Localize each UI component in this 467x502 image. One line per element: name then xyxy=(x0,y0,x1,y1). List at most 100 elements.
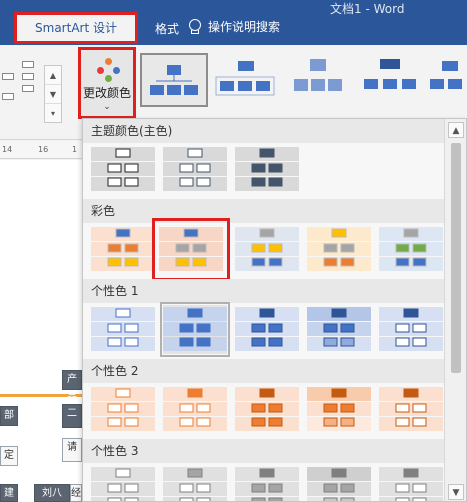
dropdown-scrollbar[interactable]: ▲ ▼ xyxy=(444,119,466,501)
thumb-mid-node xyxy=(323,403,338,413)
color-variant-accent2-3[interactable] xyxy=(235,385,299,434)
org-chart-thumbnail xyxy=(379,467,443,501)
color-variant-accent1-2[interactable] xyxy=(160,302,230,357)
layout-mini-gallery[interactable]: ▲ ▼ ▾ xyxy=(0,57,62,123)
thumb-row-band xyxy=(91,337,155,351)
smartart-node[interactable]: 经 xyxy=(70,484,82,502)
thumb-row-band xyxy=(307,497,371,501)
layout-thumb-selected[interactable] xyxy=(140,53,208,107)
color-variant-accent3-4[interactable] xyxy=(307,465,371,501)
document-canvas: 产品 部 二 请 定 刘八 经 建势 xyxy=(0,160,82,502)
org-chart-thumbnail xyxy=(307,227,371,271)
tell-me-label: 操作说明搜索 xyxy=(208,20,281,34)
thumb-top-node xyxy=(259,228,275,238)
color-variant-colorful-4[interactable] xyxy=(307,225,371,274)
layout-thumb[interactable] xyxy=(428,53,467,107)
color-variant-theme-3[interactable] xyxy=(235,145,299,194)
thumb-mid-node xyxy=(196,483,211,493)
smartart-node[interactable]: 产品 xyxy=(62,370,82,403)
color-variant-accent1-1[interactable] xyxy=(91,305,155,354)
color-variant-accent3-3[interactable] xyxy=(235,465,299,501)
smartart-node[interactable]: 建势 xyxy=(0,484,18,502)
thumb-mid-node xyxy=(179,403,194,413)
thumb-mid-node xyxy=(395,483,410,493)
thumb-row-band xyxy=(163,417,227,431)
thumb-row-band xyxy=(235,337,299,351)
tab-format[interactable]: 格式 xyxy=(155,20,179,37)
thumb-top-node xyxy=(115,228,131,238)
layout-thumb[interactable] xyxy=(214,53,282,107)
color-variant-accent3-5[interactable] xyxy=(379,465,443,501)
thumb-bottom-node xyxy=(323,337,338,347)
thumb-bottom-node xyxy=(412,257,427,267)
thumb-mid-node xyxy=(179,163,194,173)
thumb-top-node xyxy=(259,468,275,478)
color-variant-accent1-3[interactable] xyxy=(235,305,299,354)
layout-thumb-graphic xyxy=(150,65,198,95)
org-chart-thumbnail xyxy=(235,387,299,431)
thumb-bottom-node xyxy=(323,497,338,501)
color-variant-accent1-5[interactable] xyxy=(379,305,443,354)
thumb-row-band xyxy=(379,242,443,256)
layout-thumb-graphic xyxy=(294,59,342,91)
color-variant-theme-2[interactable] xyxy=(163,145,227,194)
mini-down-arrow-icon[interactable]: ▼ xyxy=(45,85,61,104)
color-variant-theme-1[interactable] xyxy=(91,145,155,194)
change-colors-button[interactable]: 更改颜色 ⌄ xyxy=(78,47,136,119)
org-chart-thumbnail xyxy=(379,227,443,271)
thumb-mid-node xyxy=(412,243,427,253)
thumb-bottom-node xyxy=(124,177,139,187)
scroll-up-arrow-icon[interactable]: ▲ xyxy=(448,122,464,138)
tell-me-search[interactable]: 操作说明搜索 xyxy=(188,18,280,35)
color-variant-accent2-4[interactable] xyxy=(307,385,371,434)
color-variant-accent2-5[interactable] xyxy=(379,385,443,434)
scroll-thumb[interactable] xyxy=(451,143,461,373)
thumb-bottom-node xyxy=(340,497,355,501)
thumb-mid-node xyxy=(340,403,355,413)
thumb-bottom-node xyxy=(268,417,283,427)
thumb-row-band xyxy=(163,322,227,336)
smartart-node[interactable]: 请 xyxy=(62,438,82,462)
color-variant-accent3-2[interactable] xyxy=(163,465,227,501)
thumb-mid-node xyxy=(251,323,266,333)
thumb-row-band xyxy=(379,417,443,431)
mini-more-arrow-icon[interactable]: ▾ xyxy=(45,104,61,123)
color-variant-accent3-1[interactable] xyxy=(91,465,155,501)
smartart-node[interactable]: 部 xyxy=(0,406,18,426)
layout-thumb-graphic xyxy=(364,59,416,89)
layout-thumb[interactable] xyxy=(286,53,354,107)
thumb-top-node xyxy=(187,148,203,158)
thumb-row-band xyxy=(307,402,371,416)
color-variant-accent1-4[interactable] xyxy=(307,305,371,354)
thumb-mid-node xyxy=(251,483,266,493)
org-chart-thumbnail xyxy=(91,467,155,501)
org-chart-thumbnail xyxy=(91,387,155,431)
thumb-bottom-node xyxy=(107,257,122,267)
org-chart-thumbnail xyxy=(163,387,227,431)
color-variant-accent2-1[interactable] xyxy=(91,385,155,434)
thumb-row-band xyxy=(235,322,299,336)
thumb-bottom-node xyxy=(192,257,207,267)
thumb-mid-node xyxy=(323,323,338,333)
color-variant-colorful-2[interactable] xyxy=(152,218,230,281)
smartart-node[interactable]: 二 xyxy=(62,404,82,428)
org-chart-thumbnail xyxy=(163,147,227,191)
layout-thumb[interactable] xyxy=(358,53,426,107)
title-tab-bar: 文档1 - Word SmartArt 设计 格式 操作说明搜索 xyxy=(0,0,467,45)
color-variant-accent2-2[interactable] xyxy=(163,385,227,434)
scroll-down-arrow-icon[interactable]: ▼ xyxy=(448,484,464,500)
mini-up-arrow-icon[interactable]: ▲ xyxy=(45,66,61,85)
mini-box xyxy=(2,93,14,100)
smartart-node[interactable]: 定 xyxy=(0,446,18,466)
mini-gallery-scroll[interactable]: ▲ ▼ ▾ xyxy=(44,65,62,123)
color-variant-colorful-5[interactable] xyxy=(379,225,443,274)
tab-smartart-design[interactable]: SmartArt 设计 xyxy=(14,12,138,44)
thumb-bottom-node xyxy=(179,497,194,501)
lightbulb-icon xyxy=(188,19,201,34)
smartart-node[interactable]: 刘八 xyxy=(34,484,70,502)
org-chart-thumbnail xyxy=(235,307,299,351)
color-variant-colorful-3[interactable] xyxy=(235,225,299,274)
color-variant-colorful-1[interactable] xyxy=(91,225,155,274)
thumb-row-band xyxy=(163,497,227,501)
thumb-mid-node xyxy=(412,483,427,493)
